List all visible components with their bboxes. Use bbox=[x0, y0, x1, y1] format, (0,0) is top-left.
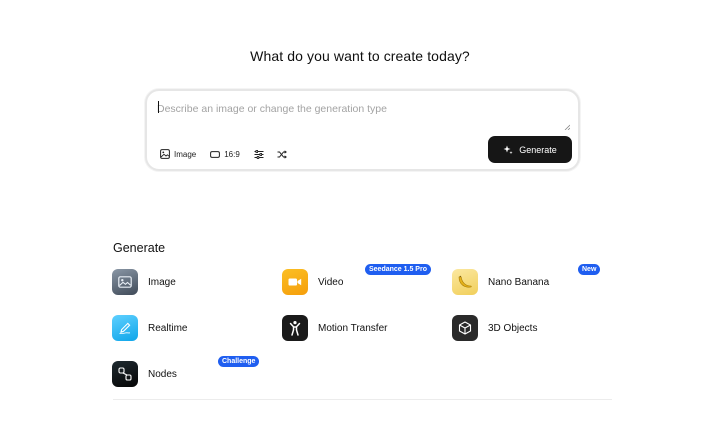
aspect-ratio-selector[interactable]: 16:9 bbox=[210, 147, 240, 161]
nodes-icon bbox=[118, 367, 132, 381]
aspect-ratio-icon bbox=[210, 150, 221, 158]
generate-button[interactable]: Generate bbox=[488, 136, 572, 163]
pen-icon bbox=[119, 322, 131, 334]
figure-icon bbox=[289, 321, 301, 336]
realtime-thumb bbox=[112, 315, 138, 341]
3d-objects-thumb bbox=[452, 315, 478, 341]
resize-handle-icon[interactable] bbox=[564, 124, 570, 130]
image-icon bbox=[160, 149, 170, 159]
generate-item-label: Image bbox=[148, 276, 176, 288]
settings-button[interactable] bbox=[254, 147, 264, 161]
generate-item-label: Motion Transfer bbox=[318, 322, 388, 334]
mode-label: Image bbox=[174, 149, 197, 159]
generate-item-video[interactable]: Video bbox=[282, 269, 343, 295]
aspect-ratio-label: 16:9 bbox=[224, 149, 240, 159]
prompt-box: Image 16:9 bbox=[145, 89, 580, 171]
mode-selector[interactable]: Image bbox=[160, 147, 196, 161]
sliders-icon bbox=[254, 149, 264, 159]
banana-thumb bbox=[452, 269, 478, 295]
shuffle-icon bbox=[277, 149, 287, 159]
shuffle-button[interactable] bbox=[277, 147, 287, 161]
generate-item-3d-objects[interactable]: 3D Objects bbox=[452, 315, 537, 341]
generate-label: Generate bbox=[519, 144, 557, 155]
generate-item-nodes[interactable]: Nodes bbox=[112, 361, 177, 387]
status-badge: Challenge bbox=[218, 356, 260, 367]
nodes-thumb bbox=[112, 361, 138, 387]
image-thumb bbox=[112, 269, 138, 295]
image-icon bbox=[118, 276, 132, 288]
cube-icon bbox=[458, 321, 472, 335]
generate-item-label: 3D Objects bbox=[488, 322, 538, 334]
generate-item-label: Video bbox=[318, 276, 344, 288]
page-title: What do you want to create today? bbox=[250, 48, 470, 64]
generate-item-realtime[interactable]: Realtime bbox=[112, 315, 187, 341]
video-thumb bbox=[282, 269, 308, 295]
prompt-toolbar: Image 16:9 bbox=[160, 147, 300, 161]
section-title: Generate bbox=[113, 241, 166, 255]
sparkle-icon bbox=[503, 145, 513, 154]
generate-item-image[interactable]: Image bbox=[112, 269, 176, 295]
generate-item-motion-transfer[interactable]: Motion Transfer bbox=[282, 315, 387, 341]
video-icon bbox=[288, 278, 302, 286]
prompt-input[interactable] bbox=[157, 99, 557, 119]
status-badge: Seedance 1.5 Pro bbox=[365, 264, 431, 275]
motion-transfer-thumb bbox=[282, 315, 308, 341]
banana-icon bbox=[458, 275, 472, 288]
generate-item-label: Nodes bbox=[148, 368, 177, 380]
divider bbox=[113, 399, 612, 400]
generate-item-label: Realtime bbox=[148, 322, 188, 334]
generate-item-nano-banana[interactable]: Nano Banana bbox=[452, 269, 549, 295]
text-caret bbox=[158, 101, 159, 113]
generate-item-label: Nano Banana bbox=[488, 276, 550, 288]
status-badge: New bbox=[578, 264, 601, 275]
